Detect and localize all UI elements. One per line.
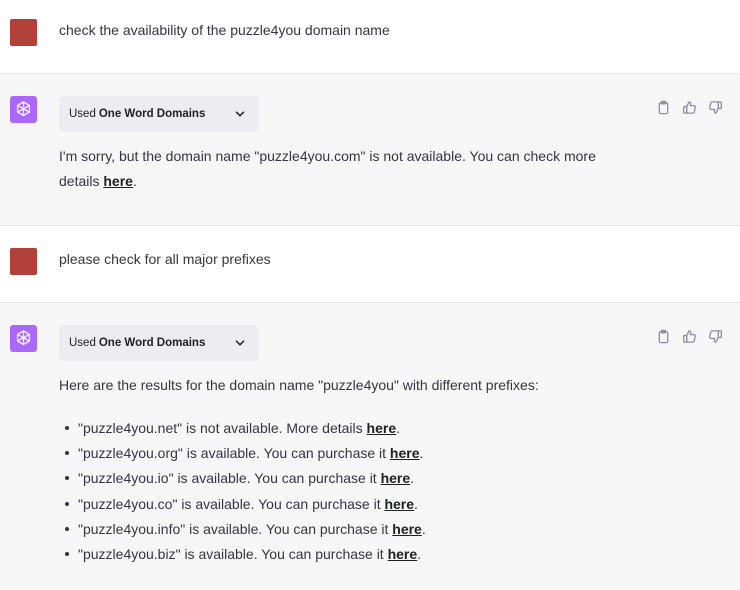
assistant-text-after: . <box>132 173 137 189</box>
result-end: . <box>419 445 424 462</box>
message-actions <box>654 327 724 345</box>
result-end: . <box>417 546 422 563</box>
bot-avatar <box>10 96 37 123</box>
list-item: "puzzle4you.info" is available. You can … <box>65 517 426 542</box>
results-list: "puzzle4you.net" is not available. More … <box>59 416 426 567</box>
result-text: "puzzle4you.info" is available. You can … <box>78 520 393 537</box>
thumbs-down-icon[interactable] <box>706 327 724 345</box>
result-end: . <box>414 495 418 512</box>
user-message: check the availability of the puzzle4you… <box>0 0 740 73</box>
list-item: "puzzle4you.org" is available. You can p… <box>65 441 426 466</box>
result-link[interactable]: here <box>367 420 397 436</box>
message-actions <box>654 98 724 116</box>
thumbs-up-icon[interactable] <box>680 327 698 345</box>
result-link[interactable]: here <box>388 546 418 562</box>
chevron-down-icon[interactable] <box>233 336 247 350</box>
result-text: "puzzle4you.co" is available. You can pu… <box>78 495 385 512</box>
assistant-message: Used One Word Domains I'm sorry, but the… <box>0 73 740 226</box>
user-avatar <box>10 19 37 46</box>
plugin-usage-dropdown[interactable]: Used One Word Domains <box>59 325 259 361</box>
result-link[interactable]: here <box>390 445 420 461</box>
openai-logo-icon <box>16 101 31 117</box>
user-message: please check for all major prefixes <box>0 226 740 302</box>
result-text: "puzzle4you.io" is available. You can pu… <box>78 470 381 487</box>
result-link[interactable]: here <box>381 470 411 486</box>
thumbs-up-icon[interactable] <box>680 98 698 116</box>
user-message-text: check the availability of the puzzle4you… <box>59 22 390 38</box>
result-link[interactable]: here <box>392 521 422 537</box>
assistant-message: Used One Word Domains Here are the resul… <box>0 302 740 590</box>
result-end: . <box>396 420 401 436</box>
assistant-text-before: I'm sorry, but the domain name "puzzle4y… <box>59 148 596 189</box>
result-end: . <box>421 520 426 537</box>
results-intro: Here are the results for the domain name… <box>59 377 539 393</box>
plugin-name: One Word Domains <box>98 108 206 120</box>
list-item: "puzzle4you.biz" is available. You can p… <box>65 542 426 567</box>
result-text: "puzzle4you.net" is not available. More … <box>78 420 367 436</box>
assistant-message-text: I'm sorry, but the domain name "puzzle4y… <box>59 144 619 194</box>
plugin-usage-dropdown[interactable]: Used One Word Domains <box>59 96 259 132</box>
thumbs-down-icon[interactable] <box>706 98 724 116</box>
plugin-used-label: Used <box>69 108 96 120</box>
result-text: "puzzle4you.biz" is available. You can p… <box>78 546 388 563</box>
clipboard-icon[interactable] <box>654 327 672 345</box>
details-link[interactable]: here <box>103 173 133 189</box>
list-item: "puzzle4you.net" is not available. More … <box>65 416 426 441</box>
openai-logo-icon <box>16 330 31 346</box>
plugin-used-label: Used <box>69 337 96 349</box>
result-end: . <box>410 470 415 487</box>
user-message-text: please check for all major prefixes <box>59 251 271 267</box>
chevron-down-icon[interactable] <box>233 107 247 121</box>
clipboard-icon[interactable] <box>654 98 672 116</box>
user-avatar <box>10 248 37 275</box>
result-text: "puzzle4you.org" is available. You can p… <box>78 445 390 462</box>
result-link[interactable]: here <box>384 496 414 512</box>
list-item: "puzzle4you.io" is available. You can pu… <box>65 466 426 491</box>
list-item: "puzzle4you.co" is available. You can pu… <box>65 492 426 517</box>
plugin-name: One Word Domains <box>98 337 206 349</box>
bot-avatar <box>10 325 37 352</box>
